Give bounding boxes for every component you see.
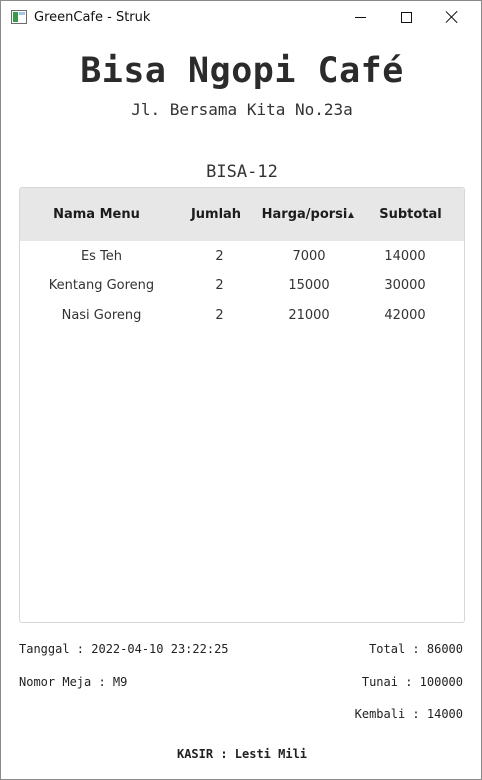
cell-name: Kentang Goreng [48,278,155,294]
column-header-name[interactable]: Nama Menu [20,188,173,241]
cell-price: 7000 [292,249,326,265]
change-label: Kembali : 14000 [354,707,463,721]
column-header-label: Subtotal [379,207,442,222]
app-icon [11,10,27,24]
cafe-name: Bisa Ngopi Café [80,51,404,91]
cafe-address: Jl. Bersama Kita No.23a [131,100,353,119]
cash-label: Tunai : 100000 [361,675,463,689]
minimize-icon [354,16,366,18]
cell-subtotal: 42000 [384,307,426,323]
table-header: Nama Menu Jumlah Harga/porsi Subtotal [20,188,464,241]
cell-name: Nasi Goreng [61,307,142,323]
date-label: Tanggal : 2022-04-10 23:22:25 [19,642,229,656]
column-header-label: Nama Menu [53,207,140,222]
table-row[interactable]: Es Teh 2 7000 14000 [20,242,464,271]
maximize-button[interactable] [383,1,429,33]
close-button[interactable] [429,1,475,33]
app-window: GreenCafe - Struk Bisa Ngopi Café Jl. Be… [0,0,482,780]
column-header-subtotal[interactable]: Subtotal [357,188,464,241]
column-header-price[interactable]: Harga/porsi [259,188,357,241]
column-header-label: Jumlah [190,207,242,222]
maximize-icon [400,11,412,23]
sort-ascending-icon [348,212,355,218]
column-header-qty[interactable]: Jumlah [173,188,259,241]
close-icon [445,10,459,24]
cell-qty: 2 [215,278,224,294]
table-body: Es Teh 2 7000 14000 Kentang Goreng 2 150… [20,241,464,330]
cell-price: 21000 [288,307,330,323]
order-table[interactable]: Nama Menu Jumlah Harga/porsi Subtotal Es… [19,187,465,623]
table-row[interactable]: Nasi Goreng 2 21000 42000 [20,301,464,330]
column-header-label: Harga/porsi [261,207,348,222]
cell-subtotal: 14000 [384,249,426,265]
table-number-label: Nomor Meja : M9 [19,675,128,689]
cell-name: Es Teh [80,249,123,265]
window-title: GreenCafe - Struk [34,10,151,25]
total-label: Total : 86000 [369,642,463,656]
minimize-button[interactable] [337,1,383,33]
order-code: BISA-12 [206,162,278,182]
cell-subtotal: 30000 [384,278,426,294]
cashier-label: KASIR : Lesti Mili [176,747,308,761]
title-bar[interactable]: GreenCafe - Struk [1,1,481,33]
cell-price: 15000 [288,278,330,294]
cell-qty: 2 [215,307,224,323]
cell-qty: 2 [215,249,224,265]
table-row[interactable]: Kentang Goreng 2 15000 30000 [20,271,464,300]
